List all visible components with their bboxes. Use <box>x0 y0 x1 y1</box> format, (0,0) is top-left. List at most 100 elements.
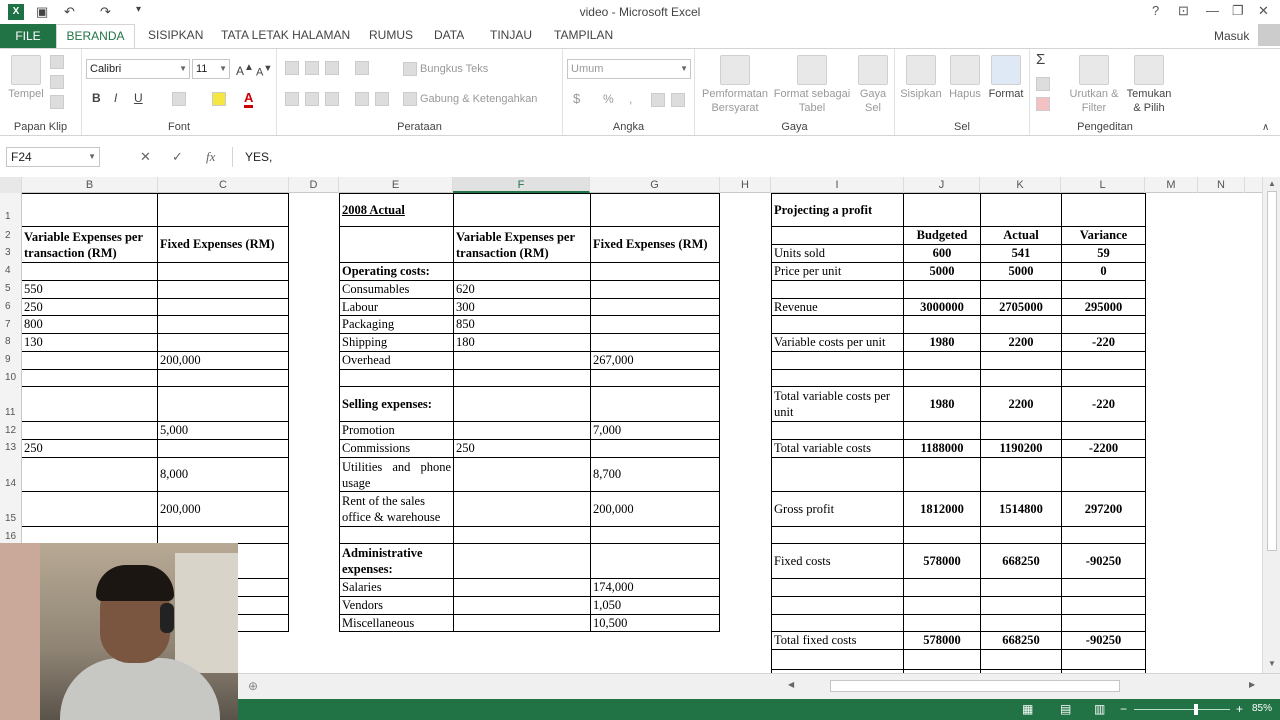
cell-e8[interactable]: Shipping <box>340 334 453 351</box>
cell-e14[interactable]: Utilities and phone usage <box>340 458 453 491</box>
cell-i6[interactable]: Revenue <box>772 299 903 315</box>
align-top-icon[interactable] <box>285 61 299 75</box>
row-header-12[interactable]: 12 <box>0 425 22 436</box>
format-cells-button[interactable]: Format <box>985 55 1027 101</box>
currency-icon[interactable]: $ <box>573 92 580 106</box>
cell-l2[interactable]: Variance <box>1062 227 1145 244</box>
row-header-1[interactable]: 1 <box>0 211 22 222</box>
cell-i22[interactable]: Total fixed costs <box>772 632 903 649</box>
zoom-level[interactable]: 85% <box>1252 703 1272 714</box>
cell-e12[interactable]: Promotion <box>340 422 453 439</box>
zoom-slider-thumb[interactable] <box>1194 704 1198 715</box>
cell-g9[interactable]: 267,000 <box>591 352 719 369</box>
cell-b6[interactable]: 250 <box>22 299 157 315</box>
page-layout-view-icon[interactable]: ▤ <box>1060 702 1071 716</box>
sort-filter-button[interactable]: Urutkan & Filter <box>1066 55 1122 115</box>
comma-icon[interactable]: , <box>629 92 632 106</box>
scroll-left-icon[interactable]: ◀ <box>788 680 794 689</box>
row-header-4[interactable]: 4 <box>0 265 22 276</box>
align-center-icon[interactable] <box>305 92 319 106</box>
cell-e19[interactable]: Vendors <box>340 597 453 614</box>
column-header-f[interactable]: F <box>453 177 590 193</box>
cell-g2[interactable]: Fixed Expenses (RM) <box>591 227 719 262</box>
cell-l4[interactable]: 0 <box>1062 263 1145 280</box>
formula-input[interactable]: YES, <box>232 147 1276 167</box>
cell-b7[interactable]: 800 <box>22 316 157 333</box>
borders-icon[interactable] <box>172 92 186 106</box>
find-select-button[interactable]: Temukan & Pilih <box>1124 55 1174 115</box>
cell-j4[interactable]: 5000 <box>904 263 980 280</box>
cell-j6[interactable]: 3000000 <box>904 299 980 315</box>
cell-e7[interactable]: Packaging <box>340 316 453 333</box>
cell-e18[interactable]: Salaries <box>340 579 453 596</box>
insert-cells-button[interactable]: Sisipkan <box>899 55 943 101</box>
column-header-j[interactable]: J <box>904 177 980 193</box>
cell-e5[interactable]: Consumables <box>340 281 453 298</box>
name-box[interactable]: F24 ▼ <box>6 147 100 167</box>
merge-center-button[interactable]: Gabung & Ketengahkan <box>403 92 537 107</box>
cell-e1[interactable]: 2008 Actual <box>340 194 453 226</box>
row-header-11[interactable]: 11 <box>0 407 22 418</box>
cell-j22[interactable]: 578000 <box>904 632 980 649</box>
cell-e20[interactable]: Miscellaneous <box>340 615 453 631</box>
cell-j2[interactable]: Budgeted <box>904 227 980 244</box>
format-as-table-button[interactable]: Format sebagai Tabel <box>773 55 851 115</box>
row-header-13[interactable]: 13 <box>0 442 22 453</box>
column-header-d[interactable]: D <box>289 177 339 193</box>
cell-c15[interactable]: 200,000 <box>158 492 288 526</box>
vertical-scroll-thumb[interactable] <box>1267 191 1277 551</box>
column-header-k[interactable]: K <box>980 177 1061 193</box>
cell-j3[interactable]: 600 <box>904 245 980 262</box>
orientation-icon[interactable] <box>355 61 369 75</box>
row-header-3[interactable]: 3 <box>0 247 22 258</box>
row-header-5[interactable]: 5 <box>0 283 22 294</box>
cell-f13[interactable]: 250 <box>454 440 590 457</box>
minimize-button[interactable]: — <box>1206 3 1219 18</box>
cell-e13[interactable]: Commissions <box>340 440 453 457</box>
column-header-m[interactable]: M <box>1145 177 1198 193</box>
row-header-14[interactable]: 14 <box>0 478 22 489</box>
align-bottom-icon[interactable] <box>325 61 339 75</box>
cell-l6[interactable]: 295000 <box>1062 299 1145 315</box>
cell-g20[interactable]: 10,500 <box>591 615 719 631</box>
increase-indent-icon[interactable] <box>375 92 389 106</box>
column-header-l[interactable]: L <box>1061 177 1145 193</box>
zoom-out-icon[interactable]: − <box>1120 702 1127 716</box>
underline-button[interactable]: U <box>134 91 143 105</box>
column-header-n[interactable]: N <box>1198 177 1245 193</box>
cell-b8[interactable]: 130 <box>22 334 157 351</box>
italic-button[interactable]: I <box>114 91 117 105</box>
bold-button[interactable]: B <box>92 91 101 105</box>
cell-k8[interactable]: 2200 <box>981 334 1061 351</box>
cancel-icon[interactable]: ✕ <box>140 149 151 165</box>
row-header-15[interactable]: 15 <box>0 513 22 524</box>
new-sheet-icon[interactable]: ⊕ <box>248 679 258 693</box>
cell-k3[interactable]: 541 <box>981 245 1061 262</box>
cell-i15[interactable]: Gross profit <box>772 492 903 526</box>
tab-insert[interactable]: SISIPKAN <box>148 28 203 42</box>
tab-data[interactable]: DATA <box>434 28 464 42</box>
column-header-e[interactable]: E <box>339 177 453 193</box>
cell-k22[interactable]: 668250 <box>981 632 1061 649</box>
cell-c2[interactable]: Fixed Expenses (RM) <box>158 227 288 262</box>
cell-j13[interactable]: 1188000 <box>904 440 980 457</box>
cell-k15[interactable]: 1514800 <box>981 492 1061 526</box>
collapse-ribbon-icon[interactable]: ∧ <box>1262 121 1269 135</box>
cell-g12[interactable]: 7,000 <box>591 422 719 439</box>
row-header-6[interactable]: 6 <box>0 301 22 312</box>
column-header-g[interactable]: G <box>590 177 720 193</box>
vertical-scrollbar[interactable]: ▲ ▼ <box>1262 177 1280 673</box>
column-header-c[interactable]: C <box>158 177 289 193</box>
cell-g19[interactable]: 1,050 <box>591 597 719 614</box>
font-size-select[interactable]: 11 ▼ <box>192 59 230 79</box>
cell-k6[interactable]: 2705000 <box>981 299 1061 315</box>
page-break-view-icon[interactable]: ▥ <box>1094 702 1105 716</box>
cell-k4[interactable]: 5000 <box>981 263 1061 280</box>
align-right-icon[interactable] <box>325 92 339 106</box>
delete-cells-button[interactable]: Hapus <box>945 55 985 101</box>
percent-icon[interactable]: % <box>603 92 614 106</box>
cell-k11[interactable]: 2200 <box>981 387 1061 421</box>
cell-f6[interactable]: 300 <box>454 299 590 315</box>
row-header-9[interactable]: 9 <box>0 354 22 365</box>
decrease-indent-icon[interactable] <box>355 92 369 106</box>
